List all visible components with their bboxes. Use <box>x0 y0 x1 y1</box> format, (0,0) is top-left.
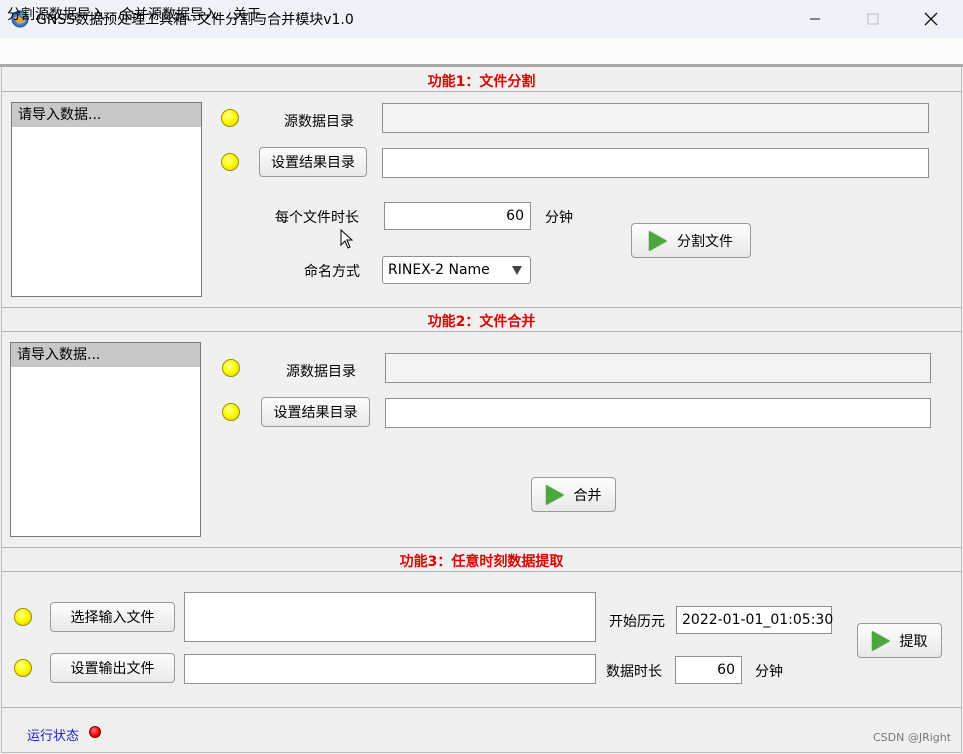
set-output-file-button[interactable]: 设置输出文件 <box>50 653 175 683</box>
extract-button-label: 提取 <box>899 633 928 650</box>
maximize-icon <box>867 13 879 25</box>
divider <box>1 547 962 548</box>
extract-duration-input[interactable]: 60 <box>675 656 742 684</box>
divider <box>1 91 962 92</box>
split-result-indicator-icon <box>221 153 239 171</box>
minimize-icon <box>810 18 820 20</box>
extract-input-indicator-icon <box>14 608 32 626</box>
split-set-result-dir-button[interactable]: 设置结果目录 <box>259 147 367 177</box>
status-indicator-icon <box>89 726 101 738</box>
menu-merge-import[interactable]: 合并源数据导入 <box>120 4 218 24</box>
split-source-field[interactable] <box>382 103 929 133</box>
play-icon <box>649 230 667 251</box>
list-item[interactable]: 请导入数据... <box>12 103 201 127</box>
split-file-list[interactable]: 请导入数据... <box>11 102 202 297</box>
watermark: CSDN @JRight <box>873 731 952 744</box>
extract-output-indicator-icon <box>14 659 32 677</box>
extract-button[interactable]: 提取 <box>857 623 942 658</box>
merge-source-field[interactable] <box>385 353 931 383</box>
split-duration-input[interactable]: 60 <box>384 202 531 230</box>
list-item[interactable]: 请导入数据... <box>11 343 200 367</box>
menu-about[interactable]: 关于 <box>233 4 261 24</box>
play-icon <box>545 484 564 505</box>
split-source-label: 源数据目录 <box>284 114 354 130</box>
split-duration-unit: 分钟 <box>545 210 573 226</box>
menu-bar <box>0 38 963 64</box>
start-epoch-label: 开始历元 <box>609 614 665 630</box>
split-naming-value: RINEX-2 Name <box>388 262 490 278</box>
merge-button[interactable]: 合并 <box>531 477 616 512</box>
merge-result-indicator-icon <box>222 403 240 421</box>
extract-section-title: 功能3：任意时刻数据提取 <box>399 554 564 570</box>
split-file-button-label: 分割文件 <box>677 233 733 250</box>
divider <box>1 331 962 332</box>
start-epoch-input[interactable]: 2022-01-01_01:05:30 <box>676 606 833 634</box>
select-input-file-button[interactable]: 选择输入文件 <box>50 602 175 632</box>
chevron-down-icon <box>512 266 522 275</box>
divider <box>1 307 962 308</box>
play-icon <box>871 630 890 651</box>
mouse-cursor-icon <box>340 228 354 253</box>
extract-input-field[interactable] <box>184 592 596 642</box>
split-source-indicator-icon <box>221 109 239 127</box>
minimize-button[interactable] <box>786 0 844 38</box>
divider <box>1 571 962 572</box>
maximize-button[interactable] <box>844 0 902 38</box>
merge-file-list[interactable]: 请导入数据... <box>10 342 201 537</box>
menu-split-import[interactable]: 分割源数据导入 <box>7 4 105 24</box>
split-duration-label: 每个文件时长 <box>275 210 359 226</box>
merge-button-label: 合并 <box>573 487 602 504</box>
merge-section-title: 功能2：文件合并 <box>427 314 536 330</box>
merge-source-label: 源数据目录 <box>286 364 356 380</box>
split-naming-select[interactable]: RINEX-2 Name <box>382 256 531 284</box>
close-button[interactable] <box>902 0 960 38</box>
merge-source-indicator-icon <box>222 359 240 377</box>
split-section-title: 功能1：文件分割 <box>427 74 536 90</box>
extract-output-field[interactable] <box>184 654 596 684</box>
split-result-field[interactable] <box>382 148 929 178</box>
merge-result-field[interactable] <box>385 398 931 428</box>
extract-duration-label: 数据时长 <box>606 664 662 680</box>
run-status-label: 运行状态 <box>27 729 80 744</box>
split-file-button[interactable]: 分割文件 <box>631 223 751 258</box>
merge-set-result-dir-button[interactable]: 设置结果目录 <box>261 397 370 427</box>
split-naming-label: 命名方式 <box>304 264 360 280</box>
close-icon <box>924 12 938 26</box>
extract-duration-unit: 分钟 <box>755 664 783 680</box>
divider <box>1 707 962 708</box>
